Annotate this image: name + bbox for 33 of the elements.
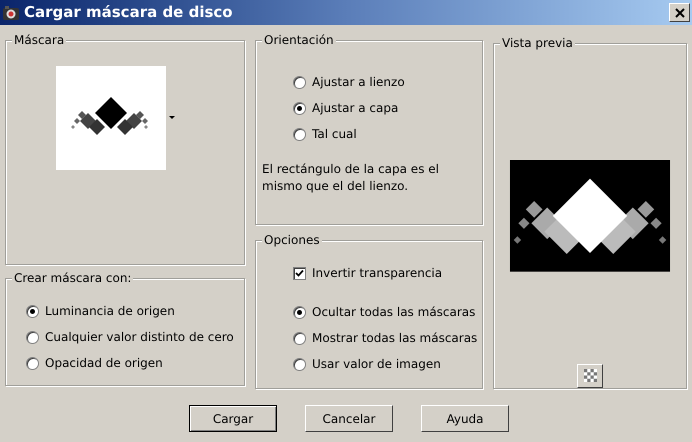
radio-label: Ajustar a lienzo <box>312 74 405 91</box>
dialog-button[interactable]: Cancelar <box>305 405 393 432</box>
radio-button[interactable] <box>293 358 306 370</box>
radio-label: Luminancia de origen <box>45 303 175 320</box>
window-title: Cargar máscara de disco <box>24 2 233 24</box>
radio-button[interactable] <box>293 76 306 88</box>
radio-label: Opacidad de origen <box>45 355 163 372</box>
orientation-note: El rectángulo de la capa es el mismo que el del lienzo. <box>262 161 440 195</box>
dialog-button[interactable]: Cargar <box>189 405 277 432</box>
radio-button[interactable] <box>293 332 306 344</box>
group-label: Opciones <box>262 232 322 248</box>
close-icon <box>674 8 684 18</box>
transparency-toggle-button[interactable] <box>577 364 603 388</box>
radio-button[interactable] <box>293 102 306 114</box>
radio-label: Mostrar todas las máscaras <box>312 330 478 347</box>
radio-label: Ajustar a capa <box>312 100 398 117</box>
dropdown-caret-icon[interactable] <box>169 116 175 120</box>
checkerboard-icon <box>584 369 596 382</box>
radio-button[interactable] <box>293 306 306 318</box>
group-label: Vista previa <box>500 35 575 51</box>
radio-label: Usar valor de imagen <box>312 356 441 373</box>
radio-button[interactable] <box>293 128 306 140</box>
radio-button[interactable] <box>26 356 39 370</box>
checkbox-label: Invertir transparencia <box>312 265 442 282</box>
radio-button[interactable] <box>26 304 39 318</box>
camera-icon <box>2 4 20 22</box>
radio-label: Ocultar todas las máscaras <box>312 304 476 321</box>
dialog-button[interactable]: Ayuda <box>421 405 509 432</box>
radio-label: Tal cual <box>312 126 357 143</box>
close-button[interactable] <box>669 3 690 22</box>
radio-label: Cualquier valor distinto de cero <box>45 329 234 346</box>
radio-button[interactable] <box>26 330 39 344</box>
checkbox[interactable] <box>293 266 306 280</box>
